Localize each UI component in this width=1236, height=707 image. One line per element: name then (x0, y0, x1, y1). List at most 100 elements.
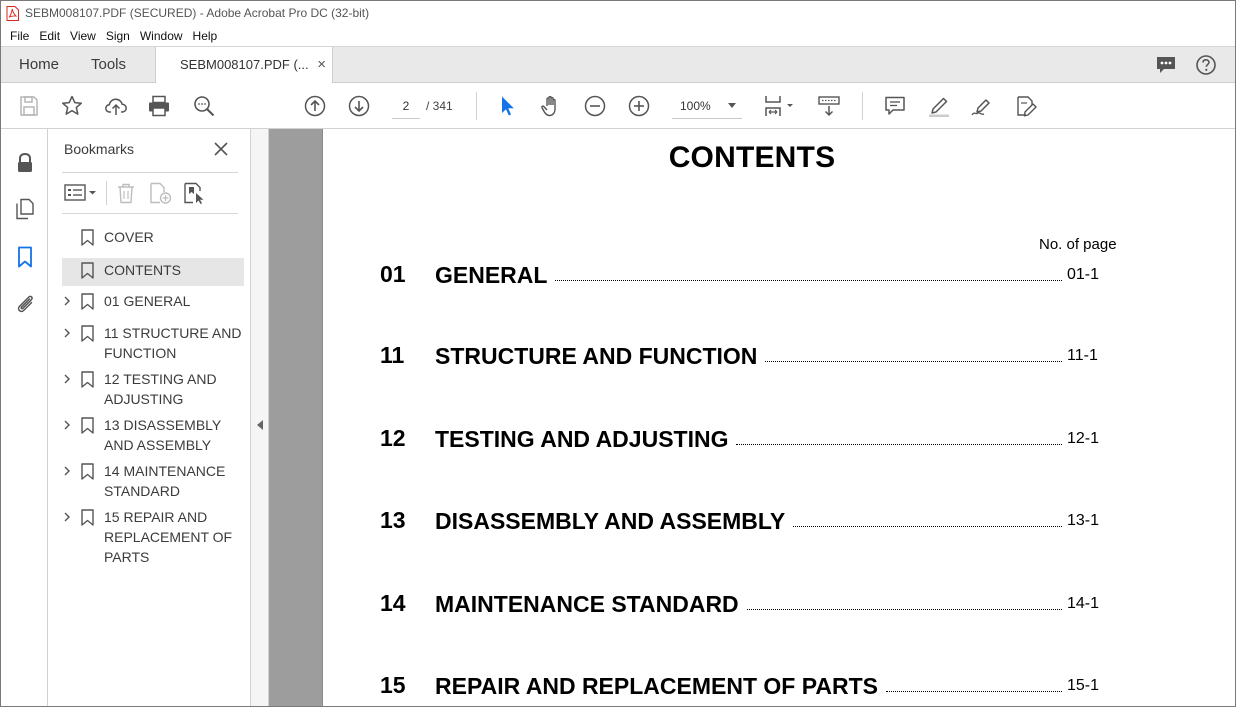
bookmark-item-structure-function[interactable]: 11 STRUCTURE AND FUNCTION (62, 323, 244, 365)
toc-number: 01 (380, 261, 406, 287)
bookmarks-panel-title: Bookmarks (64, 141, 135, 157)
toc-leader-dots (885, 670, 1062, 692)
next-page-icon[interactable] (347, 94, 371, 118)
keyboard-scroll-icon[interactable] (817, 94, 841, 118)
toc-page-number: 12-1 (1067, 430, 1100, 447)
bookmark-label: 13 DISASSEMBLY AND ASSEMBLY (104, 417, 221, 453)
bookmarks-panel-icon[interactable] (13, 245, 37, 269)
bookmark-item-repair-replacement[interactable]: 15 REPAIR AND REPLACEMENT OF PARTS (62, 507, 244, 569)
toc-entry[interactable]: 01 GENERAL 01-1 (380, 261, 1100, 291)
bookmark-item-disassembly-assembly[interactable]: 13 DISASSEMBLY AND ASSEMBLY (62, 415, 244, 457)
tab-tools[interactable]: Tools (91, 47, 126, 83)
toc-entry[interactable]: 15 REPAIR AND REPLACEMENT OF PARTS 15-1 (380, 672, 1100, 702)
menu-sign[interactable]: Sign (101, 29, 135, 43)
new-bookmark-icon[interactable] (148, 181, 172, 205)
pdf-file-icon (6, 5, 19, 21)
bookmark-item-testing-adjusting[interactable]: 12 TESTING AND ADJUSTING (62, 369, 244, 411)
bookmark-icon (81, 325, 94, 342)
toc-title: DISASSEMBLY AND ASSEMBLY (435, 508, 786, 534)
zoom-out-icon[interactable] (583, 94, 607, 118)
acrobat-window: SEBM008107.PDF (SECURED) - Adobe Acrobat… (0, 0, 1236, 707)
page-heading: CONTENTS (668, 141, 836, 174)
zoom-in-icon[interactable] (627, 94, 651, 118)
toc-page-number: 15-1 (1067, 677, 1100, 694)
cloud-upload-icon[interactable] (104, 94, 128, 118)
chevron-right-icon[interactable] (62, 328, 72, 338)
chevron-down-icon (728, 103, 736, 108)
collapse-panel-icon[interactable] (257, 420, 263, 430)
delete-bookmark-icon[interactable] (115, 181, 137, 205)
highlighter-icon[interactable] (927, 94, 951, 118)
panel-splitter[interactable] (251, 129, 269, 706)
chevron-right-icon[interactable] (62, 512, 72, 522)
close-icon[interactable] (213, 141, 229, 157)
lock-icon[interactable] (13, 151, 37, 175)
zoom-level-select[interactable]: 100% (672, 93, 742, 119)
bookmark-item-cover[interactable]: COVER (62, 227, 244, 251)
page-thumbnails-icon[interactable] (13, 197, 37, 221)
toc-leader-dots (555, 259, 1062, 281)
menu-file[interactable]: File (5, 29, 34, 43)
page-gutter (269, 129, 322, 706)
toolbar-divider (106, 181, 107, 205)
hand-tool-icon[interactable] (539, 94, 563, 118)
comment-bubble-icon[interactable] (1155, 54, 1177, 76)
page-column-header: No. of page (1039, 236, 1117, 253)
bookmark-options-icon[interactable] (64, 181, 100, 205)
tab-home[interactable]: Home (19, 47, 59, 83)
bookmark-label: COVER (104, 229, 154, 245)
bookmark-icon (81, 417, 94, 434)
toc-number: 12 (380, 425, 406, 451)
search-text-icon[interactable] (192, 94, 216, 118)
bookmark-item-contents[interactable]: CONTENTS (62, 258, 244, 286)
select-cursor-icon[interactable] (496, 94, 520, 118)
toc-entry[interactable]: 14 MAINTENANCE STANDARD 14-1 (380, 590, 1100, 620)
bookmark-item-general[interactable]: 01 GENERAL (62, 291, 244, 315)
page-total: / 341 (426, 99, 453, 113)
zoom-level-value: 100% (680, 99, 711, 113)
menu-help[interactable]: Help (188, 29, 223, 43)
toolbar-divider (862, 92, 863, 120)
help-icon[interactable] (1195, 54, 1217, 76)
bookmark-label: 14 MAINTENANCE STANDARD (104, 463, 226, 499)
tab-bar: Home Tools SEBM008107.PDF (... × (1, 46, 1235, 84)
star-icon[interactable] (60, 94, 84, 118)
bookmark-label: 15 REPAIR AND REPLACEMENT OF PARTS (104, 509, 233, 565)
chevron-right-icon[interactable] (62, 374, 72, 384)
save-icon[interactable] (17, 94, 41, 118)
bookmark-from-selection-icon[interactable] (182, 181, 206, 205)
toc-leader-dots (765, 340, 1062, 362)
toolbar-divider (476, 92, 477, 120)
page-fit-icon[interactable] (763, 94, 797, 118)
toc-entry[interactable]: 13 DISASSEMBLY AND ASSEMBLY 13-1 (380, 507, 1100, 537)
bookmark-icon (81, 463, 94, 480)
menu-view[interactable]: View (65, 29, 101, 43)
bookmark-icon (81, 229, 94, 246)
previous-page-icon[interactable] (303, 94, 327, 118)
toc-number: 15 (380, 672, 406, 698)
toc-number: 13 (380, 507, 406, 533)
toc-entry[interactable]: 12 TESTING AND ADJUSTING 12-1 (380, 425, 1100, 455)
bookmark-label: 12 TESTING AND ADJUSTING (104, 371, 217, 407)
chevron-right-icon[interactable] (62, 466, 72, 476)
toc-leader-dots (746, 588, 1062, 610)
draw-sign-icon[interactable] (970, 94, 994, 118)
bookmark-item-maintenance-standard[interactable]: 14 MAINTENANCE STANDARD (62, 461, 244, 503)
tab-document[interactable]: SEBM008107.PDF (... × (155, 47, 333, 84)
add-comment-icon[interactable] (883, 94, 907, 118)
chevron-right-icon[interactable] (62, 420, 72, 430)
toc-entry[interactable]: 11 STRUCTURE AND FUNCTION 11-1 (380, 342, 1100, 372)
bookmark-label: 01 GENERAL (104, 293, 191, 309)
document-viewport[interactable]: CONTENTS No. of page 01 GENERAL 01-1 11 … (269, 129, 1235, 706)
bookmark-label: 11 STRUCTURE AND FUNCTION (104, 325, 242, 361)
menu-window[interactable]: Window (135, 29, 188, 43)
fill-sign-icon[interactable] (1014, 94, 1038, 118)
printer-icon[interactable] (147, 94, 171, 118)
chevron-right-icon[interactable] (62, 296, 72, 306)
menu-edit[interactable]: Edit (34, 29, 65, 43)
close-tab-icon[interactable]: × (317, 47, 326, 83)
toc-page-number: 11-1 (1067, 347, 1098, 364)
page-number-input[interactable] (392, 93, 420, 119)
bookmark-icon (81, 371, 94, 388)
attachments-icon[interactable] (13, 291, 37, 315)
